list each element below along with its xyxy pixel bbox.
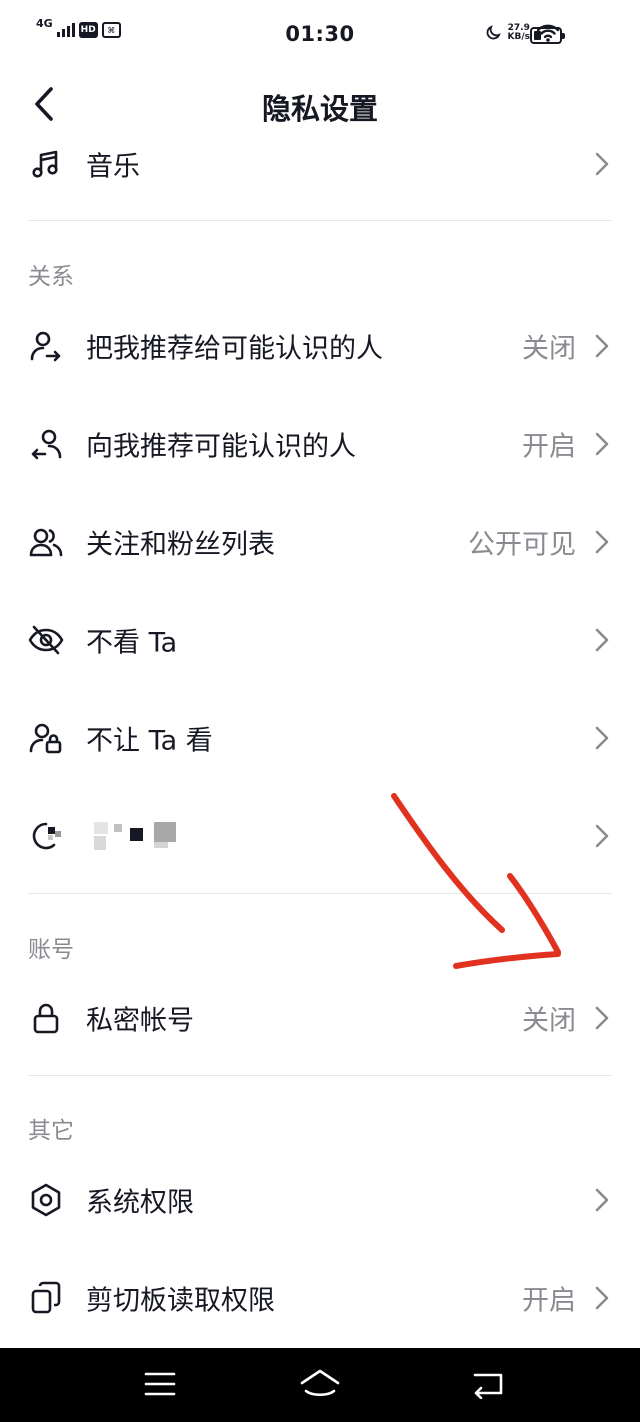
row-recommend-to-me[interactable]: 向我推荐可能认识的人 开启 bbox=[0, 404, 640, 484]
system-nav-bar bbox=[0, 1348, 640, 1422]
row-music[interactable]: 音乐 bbox=[0, 124, 640, 204]
user-lock-icon bbox=[28, 720, 64, 756]
row-label: 剪切板读取权限 bbox=[86, 1285, 275, 1317]
user-recommend-icon bbox=[28, 426, 64, 462]
row-label: 向我推荐可能认识的人 bbox=[86, 431, 356, 463]
back-nav-button[interactable] bbox=[464, 1366, 512, 1402]
menu-icon bbox=[144, 1372, 176, 1396]
row-not-let-view[interactable]: 不让 Ta 看 bbox=[0, 698, 640, 778]
row-not-view[interactable]: 不看 Ta bbox=[0, 600, 640, 680]
row-value: 公开可见 bbox=[468, 529, 576, 561]
users-icon bbox=[28, 524, 64, 560]
status-bar: 4G HD ⌘ 01:30 27.9 KB/s bbox=[0, 0, 640, 72]
row-value: 开启 bbox=[522, 431, 576, 463]
section-title-other: 其它 bbox=[28, 1118, 74, 1144]
net-speed: 27.9 KB/s bbox=[507, 23, 530, 42]
moon-icon bbox=[486, 25, 501, 40]
clipboard-icon bbox=[28, 1280, 64, 1316]
divider bbox=[28, 1075, 612, 1076]
home-icon bbox=[300, 1369, 340, 1397]
chevron-right-icon bbox=[595, 1188, 609, 1212]
row-follow-list[interactable]: 关注和粉丝列表 公开可见 bbox=[0, 502, 640, 582]
battery-icon bbox=[530, 27, 565, 44]
row-label: 把我推荐给可能认识的人 bbox=[86, 333, 383, 365]
row-label: 不让 Ta 看 bbox=[86, 725, 213, 757]
row-clipboard[interactable]: 剪切板读取权限 开启 bbox=[0, 1258, 640, 1338]
chevron-right-icon bbox=[595, 530, 609, 554]
blurred-icon bbox=[28, 818, 64, 854]
row-label: 私密帐号 bbox=[86, 1005, 194, 1037]
chevron-right-icon bbox=[595, 726, 609, 750]
user-share-icon bbox=[28, 328, 64, 364]
chevron-right-icon bbox=[595, 1006, 609, 1030]
row-label: 关注和粉丝列表 bbox=[86, 529, 275, 561]
eye-off-icon bbox=[28, 622, 64, 658]
return-icon bbox=[473, 1373, 503, 1399]
row-value: 关闭 bbox=[522, 1005, 576, 1037]
chevron-right-icon bbox=[595, 432, 609, 456]
row-label: 系统权限 bbox=[86, 1187, 194, 1219]
row-recommend-me[interactable]: 把我推荐给可能认识的人 关闭 bbox=[0, 306, 640, 386]
row-value: 关闭 bbox=[522, 333, 576, 365]
lock-icon bbox=[28, 1000, 64, 1036]
section-title-relations: 关系 bbox=[28, 264, 74, 290]
row-value: 开启 bbox=[522, 1285, 576, 1317]
menu-button[interactable] bbox=[136, 1366, 184, 1402]
row-label: 不看 Ta bbox=[86, 627, 178, 659]
section-title-account: 账号 bbox=[28, 937, 74, 963]
home-button[interactable] bbox=[296, 1366, 344, 1402]
chevron-right-icon bbox=[595, 152, 609, 176]
row-private-account[interactable]: 私密帐号 关闭 bbox=[0, 978, 640, 1058]
chevron-right-icon bbox=[595, 334, 609, 358]
annotation-arrow-icon bbox=[391, 793, 561, 969]
blurred-label bbox=[86, 818, 186, 854]
row-system-permissions[interactable]: 系统权限 bbox=[0, 1160, 640, 1240]
chevron-right-icon bbox=[595, 1286, 609, 1310]
chevron-right-icon bbox=[595, 824, 609, 848]
page-title: 隐私设置 bbox=[261, 92, 378, 126]
divider bbox=[28, 220, 612, 221]
music-note-icon bbox=[28, 146, 64, 182]
hexagon-icon bbox=[28, 1182, 64, 1218]
chevron-right-icon bbox=[595, 628, 609, 652]
row-label: 音乐 bbox=[86, 151, 140, 183]
